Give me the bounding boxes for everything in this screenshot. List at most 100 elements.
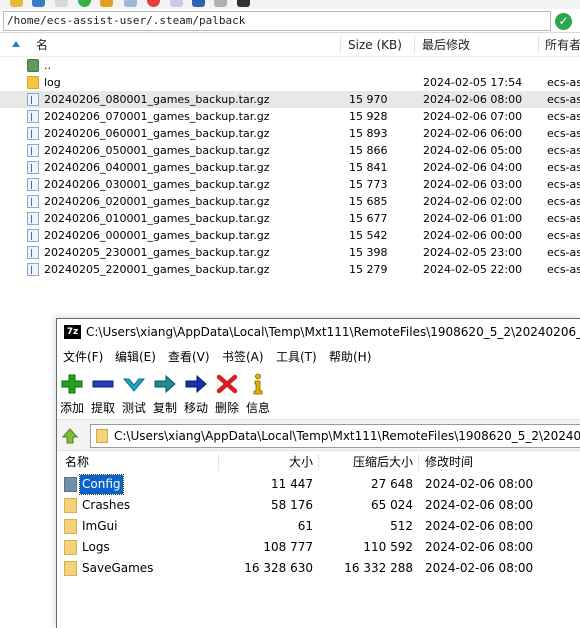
file-modified: 2024-02-05 22:00 [423, 263, 523, 276]
archive-item-name[interactable]: Logs [80, 538, 112, 557]
column-divider[interactable] [414, 36, 415, 54]
column-header-name[interactable]: 名称 [65, 451, 89, 473]
toolbar-icon[interactable] [32, 0, 45, 7]
toolbar-icon[interactable] [147, 0, 160, 7]
archive-row[interactable]: Logs 108 777 110 592 2024-02-06 08:00 [57, 537, 580, 558]
file-owner: ecs-as [547, 76, 580, 89]
column-divider[interactable] [340, 36, 341, 54]
file-modified: 2024-02-05 17:54 [423, 76, 523, 89]
sort-ascending-icon[interactable] [12, 41, 20, 47]
folder-icon [27, 76, 39, 89]
toolbar-icon[interactable] [192, 0, 205, 7]
archive-item-name[interactable]: Crashes [80, 496, 132, 515]
file-size: 15 677 [349, 212, 388, 225]
archive-item-name[interactable]: ImGui [80, 517, 119, 536]
file-list-header: 名 Size (KB) 最后修改 所有者 [0, 33, 580, 57]
file-name: .. [44, 59, 51, 72]
test-label: 测试 [121, 401, 146, 415]
extract-label: 提取 [90, 401, 115, 415]
archive-item-modified: 2024-02-06 08:00 [425, 477, 534, 491]
column-header-modified[interactable]: 最后修改 [422, 33, 470, 57]
column-header-owner[interactable]: 所有者 [545, 33, 580, 57]
archive-item-modified: 2024-02-06 08:00 [425, 498, 534, 512]
file-icon [27, 263, 39, 276]
archive-item-name[interactable]: SaveGames [80, 559, 155, 578]
checkmark-icon[interactable]: ✓ [555, 13, 572, 30]
address-input[interactable]: C:\Users\xiang\AppData\Local\Temp\Mxt111… [90, 424, 580, 448]
file-row[interactable]: 20240206_010001_games_backup.tar.gz 15 67… [0, 210, 580, 227]
file-modified: 2024-02-06 02:00 [423, 195, 523, 208]
toolbar-icon[interactable] [100, 0, 113, 7]
file-row[interactable]: 20240205_220001_games_backup.tar.gz 15 27… [0, 261, 580, 278]
menu-edit[interactable]: 编辑(E) [115, 345, 156, 369]
file-row[interactable]: 20240206_030001_games_backup.tar.gz 15 77… [0, 176, 580, 193]
toolbar-icon[interactable] [78, 0, 91, 7]
folder-icon [96, 429, 108, 443]
menu-bookmarks[interactable]: 书签(A) [222, 345, 264, 369]
up-folder-icon[interactable] [61, 427, 79, 445]
file-size: 15 398 [349, 246, 388, 259]
archive-row[interactable]: ImGui 61 512 2024-02-06 08:00 [57, 516, 580, 537]
menu-bar: 文件(F) 编辑(E) 查看(V) 书签(A) 工具(T) 帮助(H) [57, 345, 580, 369]
archive-item-size: 108 777 [263, 540, 313, 554]
toolbar-icon[interactable] [55, 0, 68, 7]
file-row[interactable]: 20240206_040001_games_backup.tar.gz 15 84… [0, 159, 580, 176]
file-row[interactable]: log 2024-02-05 17:54 ecs-as [0, 74, 580, 91]
file-row[interactable]: 20240206_060001_games_backup.tar.gz 15 89… [0, 125, 580, 142]
archive-item-size: 16 328 630 [244, 561, 313, 575]
path-input[interactable]: /home/ecs-assist-user/.steam/palback [3, 11, 551, 31]
toolbar-icon[interactable] [10, 0, 23, 7]
archive-item-name[interactable]: Config [79, 474, 124, 495]
window-title-bar[interactable]: 7z C:\Users\xiang\AppData\Local\Temp\Mxt… [57, 319, 580, 345]
file-row[interactable]: .. [0, 57, 580, 74]
menu-file[interactable]: 文件(F) [63, 345, 103, 369]
toolbar-icon[interactable] [237, 0, 250, 7]
file-row[interactable]: 20240206_050001_games_backup.tar.gz 15 86… [0, 142, 580, 159]
file-row[interactable]: 20240206_070001_games_backup.tar.gz 15 92… [0, 108, 580, 125]
folder-icon [64, 540, 77, 555]
7zip-logo-icon: 7z [64, 325, 81, 339]
toolbar-icon[interactable] [124, 0, 137, 7]
column-header-size[interactable]: 大小 [289, 451, 313, 473]
extract-button[interactable]: 提取 [88, 373, 118, 417]
toolbar-icon[interactable] [214, 0, 227, 7]
column-divider[interactable] [538, 36, 539, 54]
add-button[interactable]: 添加 [57, 373, 87, 417]
menu-tools[interactable]: 工具(T) [276, 345, 317, 369]
column-header-size[interactable]: Size (KB) [348, 33, 402, 57]
file-name: 20240206_070001_games_backup.tar.gz [44, 110, 270, 123]
archive-item-modified: 2024-02-06 08:00 [425, 519, 534, 533]
move-button[interactable]: 移动 [181, 373, 211, 417]
file-row[interactable]: 20240206_020001_games_backup.tar.gz 15 68… [0, 193, 580, 210]
file-row[interactable]: 20240205_230001_games_backup.tar.gz 15 39… [0, 244, 580, 261]
test-button[interactable]: 测试 [119, 373, 149, 417]
archive-row[interactable]: SaveGames 16 328 630 16 332 288 2024-02-06 … [57, 558, 580, 579]
copy-button[interactable]: 复制 [150, 373, 180, 417]
column-header-name[interactable]: 名 [36, 33, 48, 57]
archive-row[interactable]: Crashes 58 176 65 024 2024-02-06 08:00 [57, 495, 580, 516]
file-name: 20240206_060001_games_backup.tar.gz [44, 127, 270, 140]
file-modified: 2024-02-06 07:00 [423, 110, 523, 123]
file-size: 15 542 [349, 229, 388, 242]
toolbar-icon[interactable] [170, 0, 183, 7]
file-owner: ecs-as [547, 110, 580, 123]
file-icon [27, 144, 39, 157]
column-header-modified[interactable]: 修改时间 [425, 451, 473, 473]
column-divider[interactable] [218, 454, 219, 471]
column-header-packed-size[interactable]: 压缩后大小 [353, 451, 413, 473]
file-owner: ecs-as [547, 127, 580, 140]
archive-item-packed-size: 65 024 [371, 498, 413, 512]
delete-button[interactable]: 删除 [212, 373, 242, 417]
archive-row[interactable]: Config 11 447 27 648 2024-02-06 08:00 [57, 474, 580, 495]
file-owner: ecs-as [547, 178, 580, 191]
file-row[interactable]: 20240206_000001_games_backup.tar.gz 15 54… [0, 227, 580, 244]
file-row[interactable]: 20240206_080001_games_backup.tar.gz 15 97… [0, 91, 580, 108]
file-name: 20240206_030001_games_backup.tar.gz [44, 178, 270, 191]
column-divider[interactable] [318, 454, 319, 471]
menu-help[interactable]: 帮助(H) [329, 345, 371, 369]
info-button[interactable]: 信息 [243, 373, 273, 417]
file-icon [27, 127, 39, 140]
column-divider[interactable] [418, 454, 419, 471]
menu-view[interactable]: 查看(V) [168, 345, 210, 369]
file-manager-toolbar [0, 0, 580, 9]
